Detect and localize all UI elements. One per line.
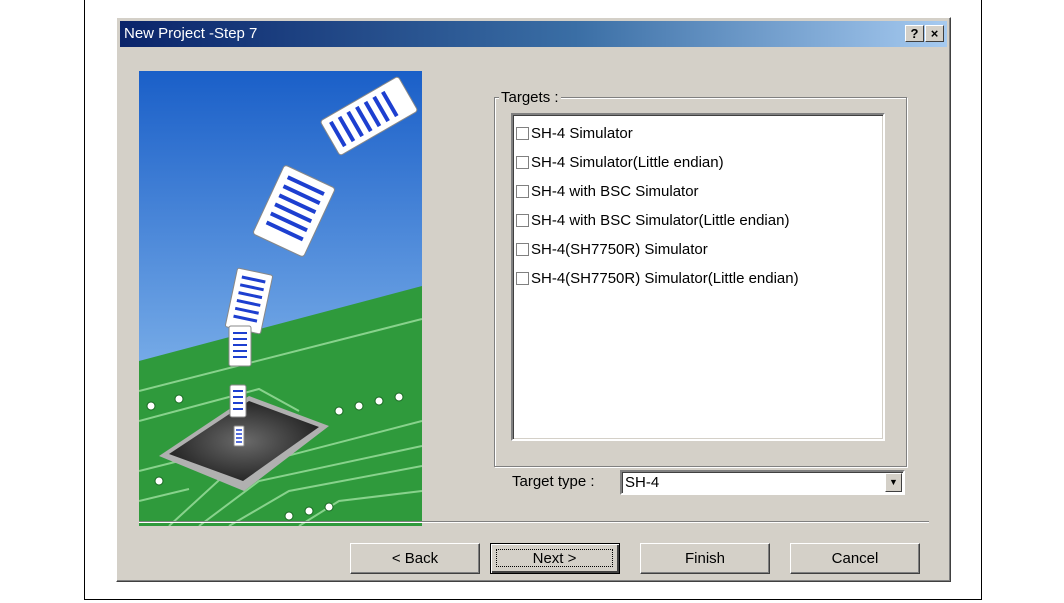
target-checkbox[interactable] (516, 272, 529, 285)
target-label: SH-4(SH7750R) Simulator (531, 241, 708, 258)
target-checkbox[interactable] (516, 243, 529, 256)
target-type-label: Target type : (512, 473, 595, 490)
next-button[interactable]: Next > (490, 543, 620, 574)
back-button[interactable]: < Back (350, 543, 480, 574)
new-project-dialog: New Project -Step 7 ? × Targets: SH-4 S… (116, 17, 951, 582)
finish-button[interactable]: Finish (640, 543, 770, 574)
target-item-sh7750r-simulator-le[interactable]: SH-4(SH7750R) Simulator(Little endian) (513, 264, 883, 293)
wizard-illustration (139, 71, 422, 526)
close-button[interactable]: × (925, 25, 944, 42)
target-item-sh4-simulator-le[interactable]: SH-4 Simulator(Little endian) (513, 148, 883, 177)
title-bar: New Project -Step 7 ? × (120, 21, 947, 47)
targets-list[interactable]: SH-4 Simulator SH-4 Simulator(Little end… (511, 113, 885, 441)
target-checkbox[interactable] (516, 185, 529, 198)
target-checkbox[interactable] (516, 156, 529, 169)
window-title: New Project -Step 7 (124, 25, 258, 42)
target-label: SH-4 with BSC Simulator (531, 183, 699, 200)
chevron-down-icon[interactable]: ▼ (885, 473, 902, 492)
cancel-button[interactable]: Cancel (790, 543, 920, 574)
next-button-label: Next > (496, 549, 613, 567)
target-label: SH-4 Simulator(Little endian) (531, 154, 724, 171)
target-type-select[interactable]: SH-4 ▼ (620, 470, 905, 495)
target-type-value: SH-4 (625, 474, 660, 491)
target-item-sh4-bsc-simulator[interactable]: SH-4 with BSC Simulator (513, 177, 883, 206)
target-checkbox[interactable] (516, 127, 529, 140)
target-item-sh4-simulator[interactable]: SH-4 Simulator (513, 119, 883, 148)
target-item-sh7750r-simulator[interactable]: SH-4(SH7750R) Simulator (513, 235, 883, 264)
target-item-sh4-bsc-simulator-le[interactable]: SH-4 with BSC Simulator(Little endian) (513, 206, 883, 235)
button-separator (139, 521, 929, 523)
target-label: SH-4 Simulator (531, 125, 633, 142)
help-button[interactable]: ? (905, 25, 924, 42)
targets-legend: Targets : (499, 89, 561, 106)
target-checkbox[interactable] (516, 214, 529, 227)
target-label: SH-4(SH7750R) Simulator(Little endian) (531, 270, 799, 287)
target-label: SH-4 with BSC Simulator(Little endian) (531, 212, 790, 229)
